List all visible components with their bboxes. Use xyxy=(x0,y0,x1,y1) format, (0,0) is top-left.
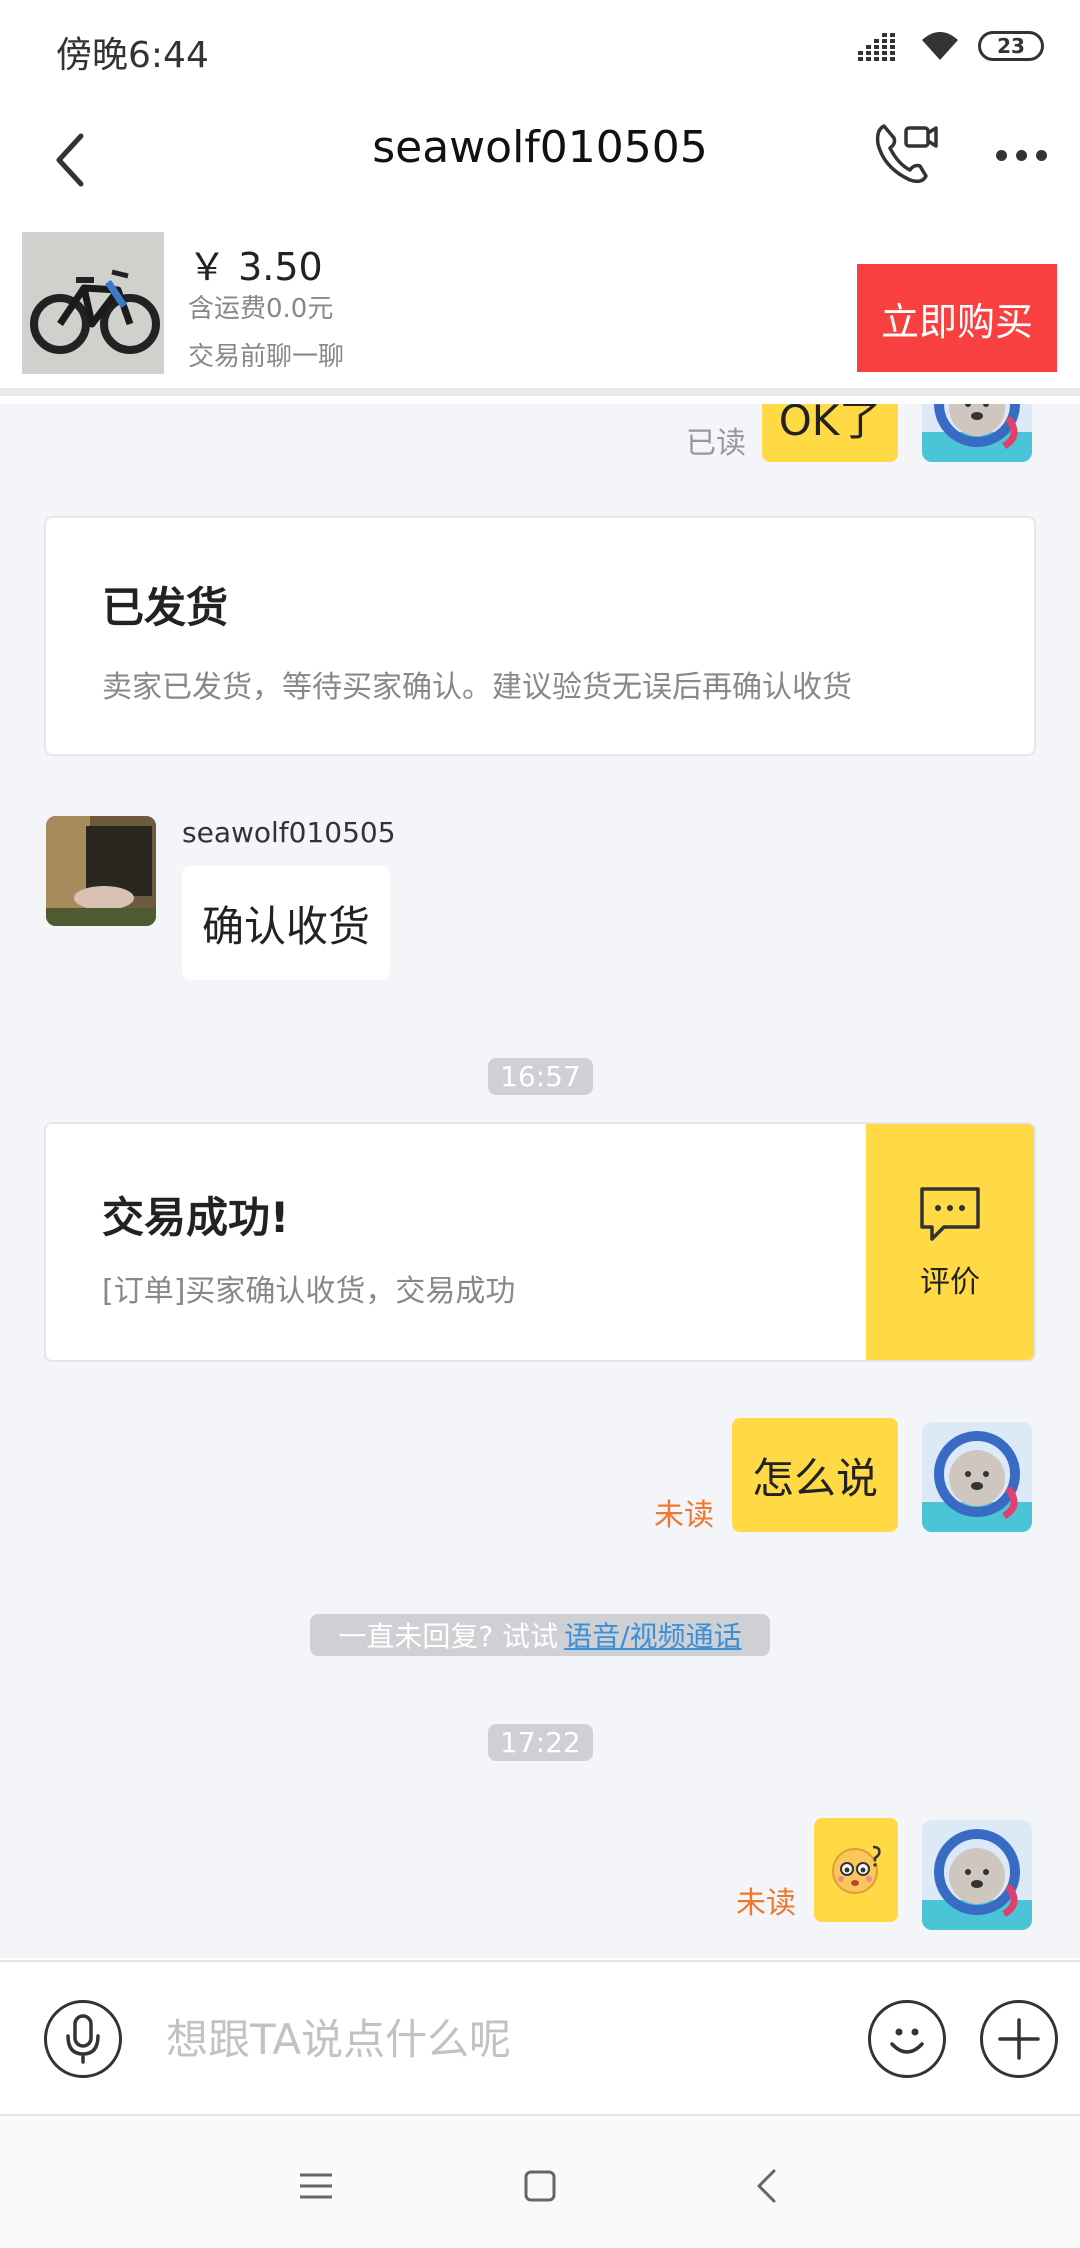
otter-avatar-image xyxy=(922,1820,1032,1930)
message-input-bar xyxy=(0,1960,1080,2114)
add-attachment-button[interactable] xyxy=(980,2000,1058,2078)
home-square-icon xyxy=(524,2170,556,2202)
message-input[interactable] xyxy=(166,2004,846,2074)
card-title: 已发货 xyxy=(102,583,229,632)
product-info-bar: ￥ 3.50 含运费0.0元 交易前聊一聊 立即购买 xyxy=(0,226,1080,396)
more-options-button[interactable] xyxy=(986,120,1056,190)
plus-icon xyxy=(998,2018,1040,2060)
unread-status: 未读 xyxy=(736,1886,796,1921)
review-button[interactable]: 评价 xyxy=(866,1124,1034,1360)
voice-video-call-button[interactable] xyxy=(870,114,940,194)
menu-icon xyxy=(300,2173,332,2199)
comment-icon xyxy=(920,1187,980,1241)
card-title: 交易成功! xyxy=(102,1193,290,1242)
battery-indicator: 23 xyxy=(978,31,1044,61)
shipping-fee: 含运费0.0元 xyxy=(188,294,334,324)
buy-now-button[interactable]: 立即购买 xyxy=(857,264,1057,372)
product-thumbnail[interactable] xyxy=(22,232,164,374)
timestamp: 17:22 xyxy=(488,1724,593,1761)
my-avatar[interactable] xyxy=(922,404,1032,462)
shipped-notice-card[interactable]: 已发货 卖家已发货，等待买家确认。建议验货无误后再确认收货 xyxy=(44,516,1036,756)
microphone-icon xyxy=(66,2014,100,2064)
seller-avatar-image xyxy=(46,816,156,926)
message-bubble[interactable]: 确认收货 xyxy=(182,866,390,980)
message-text: 怎么说 xyxy=(751,1453,878,1503)
no-reply-hint: 一直未回复? 试试 语音/视频通话 xyxy=(310,1614,770,1656)
my-avatar[interactable] xyxy=(922,1820,1032,1930)
otter-avatar-image xyxy=(922,1422,1032,1532)
emoji-button[interactable] xyxy=(868,2000,946,2078)
card-description: [订单]买家确认收货，交易成功 xyxy=(102,1274,516,1309)
message-text: OK了 xyxy=(778,404,882,445)
signal-icon xyxy=(858,33,895,61)
chat-before-trade-note: 交易前聊一聊 xyxy=(188,342,345,372)
seller-avatar[interactable] xyxy=(46,816,156,926)
unread-status: 未读 xyxy=(654,1498,714,1533)
message-bubble[interactable]: OK了 xyxy=(762,404,898,462)
chat-header: seawolf010505 xyxy=(0,96,1080,226)
status-bar: 傍晚6:44 23 xyxy=(0,0,1080,96)
message-text: 确认收货 xyxy=(201,901,370,951)
home-nav-button[interactable] xyxy=(510,2156,570,2216)
back-arrow-icon xyxy=(757,2169,776,2203)
sender-name: seawolf010505 xyxy=(182,816,396,849)
otter-avatar-image xyxy=(922,404,1032,462)
wifi-icon xyxy=(922,32,958,60)
more-dot-icon xyxy=(1015,149,1027,161)
confused-face-icon xyxy=(832,1845,881,1894)
more-dot-icon xyxy=(995,149,1007,161)
hint-text: 一直未回复? 试试 xyxy=(338,1620,559,1653)
voice-input-button[interactable] xyxy=(44,2000,122,2078)
back-nav-button[interactable] xyxy=(736,2156,796,2216)
card-description: 卖家已发货，等待买家确认。建议验货无误后再确认收货 xyxy=(102,670,852,705)
bicycle-image xyxy=(22,232,164,374)
trade-success-card[interactable]: 交易成功! [订单]买家确认收货，交易成功 评价 xyxy=(44,1122,1036,1362)
more-dot-icon xyxy=(1035,149,1047,161)
status-time: 傍晚6:44 xyxy=(56,35,209,76)
timestamp: 16:57 xyxy=(488,1058,593,1095)
read-status: 已读 xyxy=(686,426,746,461)
my-avatar[interactable] xyxy=(922,1422,1032,1532)
status-icons: 23 xyxy=(858,30,1044,62)
review-label: 评价 xyxy=(920,1265,980,1300)
message-bubble[interactable] xyxy=(814,1818,898,1922)
voice-video-call-link[interactable]: 语音/视频通话 xyxy=(564,1615,741,1655)
phone-video-icon xyxy=(875,124,938,184)
smiley-icon xyxy=(890,2028,924,2054)
message-bubble[interactable]: 怎么说 xyxy=(732,1418,898,1532)
product-price: ￥ 3.50 xyxy=(188,245,323,289)
menu-nav-button[interactable] xyxy=(286,2156,346,2216)
system-navigation-bar xyxy=(0,2114,1080,2248)
chat-messages[interactable]: 已读 OK了 已发货 卖家已发货，等待买家确认。建议验货无误后再确认收货 sea… xyxy=(0,404,1080,1958)
